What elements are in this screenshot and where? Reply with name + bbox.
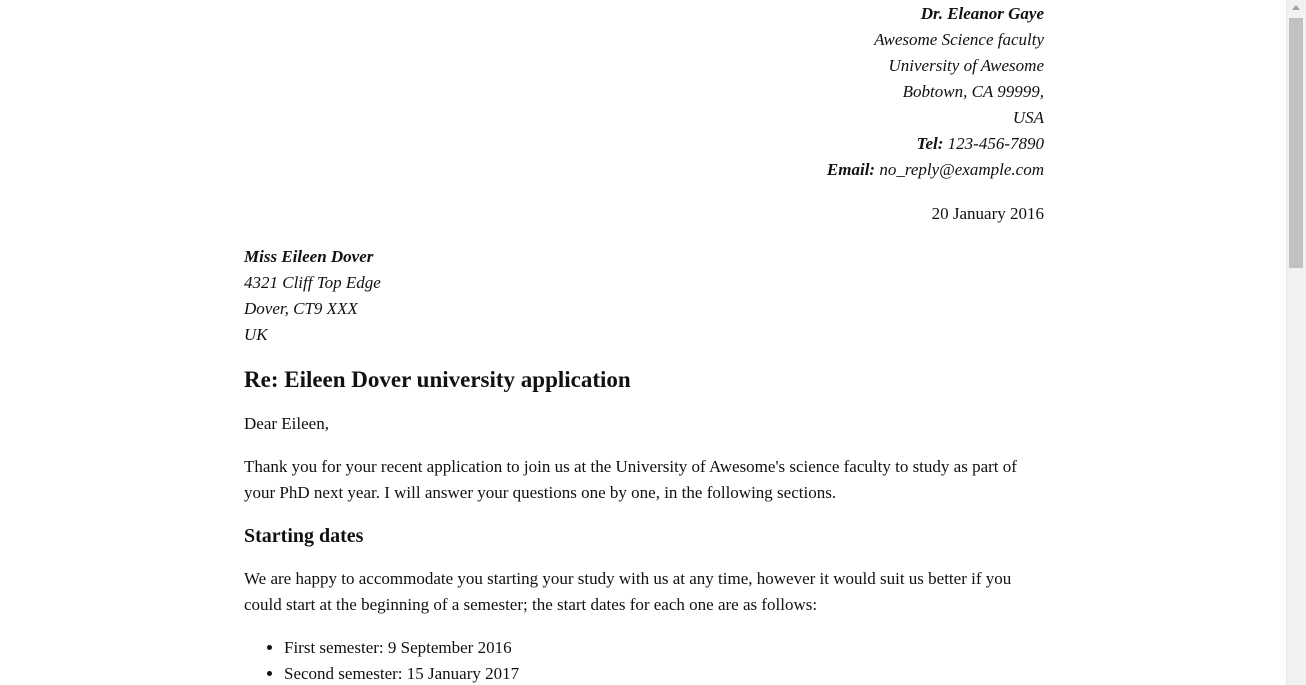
sender-tel-value: 123-456-7890 — [947, 134, 1044, 153]
sender-city: Bobtown, CA 99999, — [902, 82, 1044, 101]
list-item: Second semester: 15 January 2017 — [284, 661, 1044, 685]
sender-country: USA — [1012, 108, 1044, 127]
intro-paragraph: Thank you for your recent application to… — [244, 457, 1017, 502]
sender-email-value: no_reply@example.com — [879, 160, 1044, 179]
vertical-scrollbar[interactable] — [1286, 0, 1306, 685]
list-item: First semester: 9 September 2016 — [284, 635, 1044, 661]
recipient-city: Dover, CT9 XXX — [244, 299, 358, 318]
start-dates-list: First semester: 9 September 2016 Second … — [244, 635, 1044, 685]
sender-email-label: Email: — [826, 160, 876, 179]
sender-name: Dr. Eleanor Gaye — [920, 4, 1044, 23]
recipient-name: Miss Eileen Dover — [244, 247, 374, 266]
recipient-name-line: Miss Eileen Dover — [244, 244, 1044, 270]
sender-address: Dr. Eleanor Gaye Awesome Science faculty… — [244, 0, 1044, 183]
recipient-street: 4321 Cliff Top Edge — [244, 273, 381, 292]
section-title: Starting dates — [244, 525, 364, 547]
scrollbar-thumb[interactable] — [1289, 18, 1303, 268]
sender-university: University of Awesome — [888, 56, 1045, 75]
letter: Dr. Eleanor Gaye Awesome Science faculty… — [244, 0, 1044, 685]
sender-email: Email: no_reply@example.com — [244, 157, 1044, 183]
section-paragraph: We are happy to accommodate you starting… — [244, 569, 1012, 614]
letter-heading: Re: Eileen Dover university application — [244, 367, 631, 392]
greeting: Dear Eileen, — [244, 414, 329, 433]
sender-tel-label: Tel: — [916, 134, 944, 153]
recipient-country: UK — [244, 325, 268, 344]
sender-faculty: Awesome Science faculty — [874, 30, 1044, 49]
letter-date: 20 January 2016 — [931, 204, 1044, 223]
sender-name-line: Dr. Eleanor Gaye — [244, 1, 1044, 27]
sender-tel: Tel: 123-456-7890 — [244, 131, 1044, 157]
scroll-up-arrow-icon[interactable] — [1292, 5, 1300, 10]
recipient-address: Miss Eileen Dover 4321 Cliff Top Edge Do… — [244, 244, 1044, 348]
